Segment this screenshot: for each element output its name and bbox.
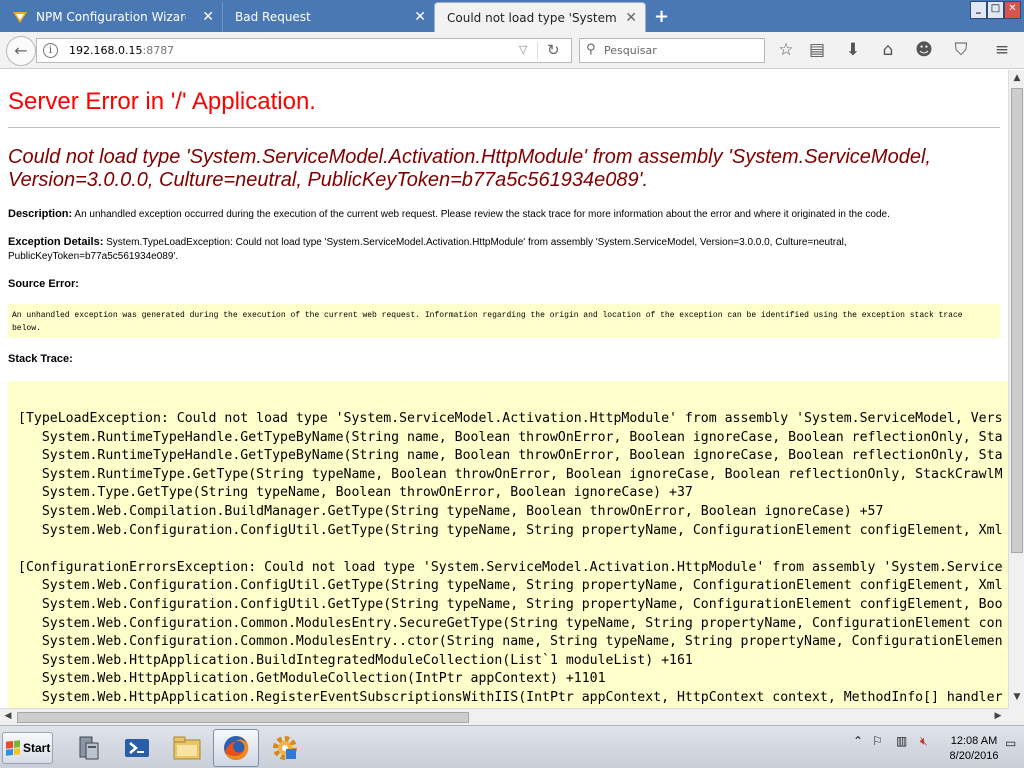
bookmark-star-icon[interactable]: ☆ <box>775 39 797 61</box>
pocket-icon[interactable]: ⛉ <box>950 39 972 61</box>
close-window-button[interactable]: ✕ <box>1004 1 1021 19</box>
horizontal-scrollbar[interactable]: ◀ ▶ <box>0 708 1008 725</box>
title-bar: NPM Configuration Wizard pr... ✕ Bad Req… <box>0 0 1024 32</box>
source-error-text: An unhandled exception was generated dur… <box>12 311 963 333</box>
tab-label: NPM Configuration Wizard pr... <box>36 10 186 24</box>
settings-gear-icon[interactable] <box>262 729 308 767</box>
search-icon: ⚲ <box>586 42 596 57</box>
exception-details-text: System.TypeLoadException: Could not load… <box>8 237 847 262</box>
close-tab-icon[interactable]: ✕ <box>202 9 214 25</box>
windows-taskbar: Start ⌃ ⚐ ▥ 🔇︎ 12:08 AM 8/20/2016 ▭ <box>0 725 1024 768</box>
scroll-up-icon[interactable]: ▲ <box>1009 73 1024 83</box>
stack-trace-text: [TypeLoadException: Could not load type … <box>18 411 1003 705</box>
server-manager-icon[interactable] <box>66 729 112 767</box>
minimize-button[interactable]: _ <box>970 1 987 19</box>
smiley-icon[interactable]: ☻ <box>913 39 935 61</box>
search-placeholder: Pesquisar <box>604 44 657 57</box>
source-error-heading: Source Error: <box>8 277 1000 292</box>
horizontal-scroll-thumb[interactable] <box>17 712 469 723</box>
tab-npm-wizard[interactable]: NPM Configuration Wizard pr... ✕ <box>0 2 222 32</box>
volume-muted-icon[interactable]: 🔇︎ <box>920 734 928 749</box>
firefox-icon[interactable] <box>213 729 259 767</box>
vertical-scroll-thumb[interactable] <box>1011 88 1023 553</box>
vertical-scrollbar[interactable]: ▲ ▼ <box>1008 70 1024 708</box>
powershell-icon[interactable] <box>114 729 160 767</box>
site-info-icon[interactable]: i <box>43 43 58 58</box>
exception-section: Exception Details: System.TypeLoadExcept… <box>8 235 1000 264</box>
stack-trace-heading: Stack Trace: <box>8 352 1000 367</box>
menu-icon[interactable]: ≡ <box>991 39 1013 61</box>
tab-label: Could not load type 'System.Servi... <box>447 10 617 25</box>
start-button[interactable]: Start <box>2 732 53 764</box>
file-explorer-icon[interactable] <box>164 729 210 767</box>
exception-details-label: Exception Details: <box>8 236 104 248</box>
source-error-box: An unhandled exception was generated dur… <box>8 304 1000 338</box>
tab-bad-request[interactable]: Bad Request ✕ <box>222 2 434 32</box>
error-message: Could not load type 'System.ServiceModel… <box>8 146 931 191</box>
windows-logo-icon <box>6 740 20 756</box>
navigation-toolbar: ← i 192.168.0.15:8787 ▽ ↻ ⚲ Pesquisar ☆ … <box>0 32 1024 69</box>
system-clock[interactable]: 12:08 AM 8/20/2016 <box>944 734 1004 764</box>
url-bar[interactable]: i 192.168.0.15:8787 ▽ ↻ <box>36 38 572 63</box>
close-tab-icon[interactable]: ✕ <box>625 10 637 26</box>
search-box[interactable]: ⚲ Pesquisar <box>579 38 765 63</box>
back-arrow-icon: ← <box>14 41 28 60</box>
show-hidden-icons-icon[interactable]: ⌃ <box>853 734 863 748</box>
stack-trace-box: [TypeLoadException: Could not load type … <box>8 381 1008 708</box>
network-icon[interactable]: ▥ <box>896 734 907 748</box>
close-tab-icon[interactable]: ✕ <box>414 9 426 25</box>
action-center-flag-icon[interactable]: ⚐ <box>872 734 883 748</box>
download-icon[interactable]: ⬇ <box>842 39 864 61</box>
back-button[interactable]: ← <box>6 36 36 66</box>
url-text: 192.168.0.15:8787 <box>69 44 174 57</box>
clock-date: 8/20/2016 <box>949 750 999 762</box>
tab-label: Bad Request <box>235 10 311 24</box>
page-title: Server Error in '/' Application. <box>8 88 316 115</box>
scroll-left-icon[interactable]: ◀ <box>0 711 16 721</box>
description-section: Description: An unhandled exception occu… <box>8 207 1000 222</box>
start-label: Start <box>23 741 51 755</box>
scroll-right-icon[interactable]: ▶ <box>990 711 1006 721</box>
home-icon[interactable]: ⌂ <box>877 39 899 61</box>
url-port: :8787 <box>142 44 175 57</box>
description-text: An unhandled exception occurred during t… <box>74 209 890 220</box>
description-label: Description: <box>8 208 73 220</box>
reading-list-icon[interactable]: ▤ <box>806 39 828 61</box>
source-error-label: Source Error: <box>8 278 79 290</box>
restore-button[interactable]: □ <box>987 1 1004 19</box>
url-host: 192.168.0.15 <box>69 44 143 57</box>
history-dropdown-icon[interactable]: ▽ <box>519 43 527 56</box>
clock-time: 12:08 AM <box>950 735 998 747</box>
scrollbar-corner <box>1008 708 1024 725</box>
new-tab-button[interactable]: + <box>654 6 669 27</box>
reload-icon[interactable]: ↻ <box>547 41 560 59</box>
url-separator <box>537 42 538 60</box>
title-divider <box>8 127 1000 128</box>
tab-could-not-load-type[interactable]: Could not load type 'System.Servi... ✕ <box>434 2 646 32</box>
scroll-down-icon[interactable]: ▼ <box>1009 692 1024 702</box>
show-desktop-icon[interactable]: ▭ <box>1005 736 1016 750</box>
npm-logo-icon <box>13 12 27 23</box>
stack-trace-label: Stack Trace: <box>8 353 73 365</box>
page-content: Server Error in '/' Application. Could n… <box>0 70 1008 708</box>
